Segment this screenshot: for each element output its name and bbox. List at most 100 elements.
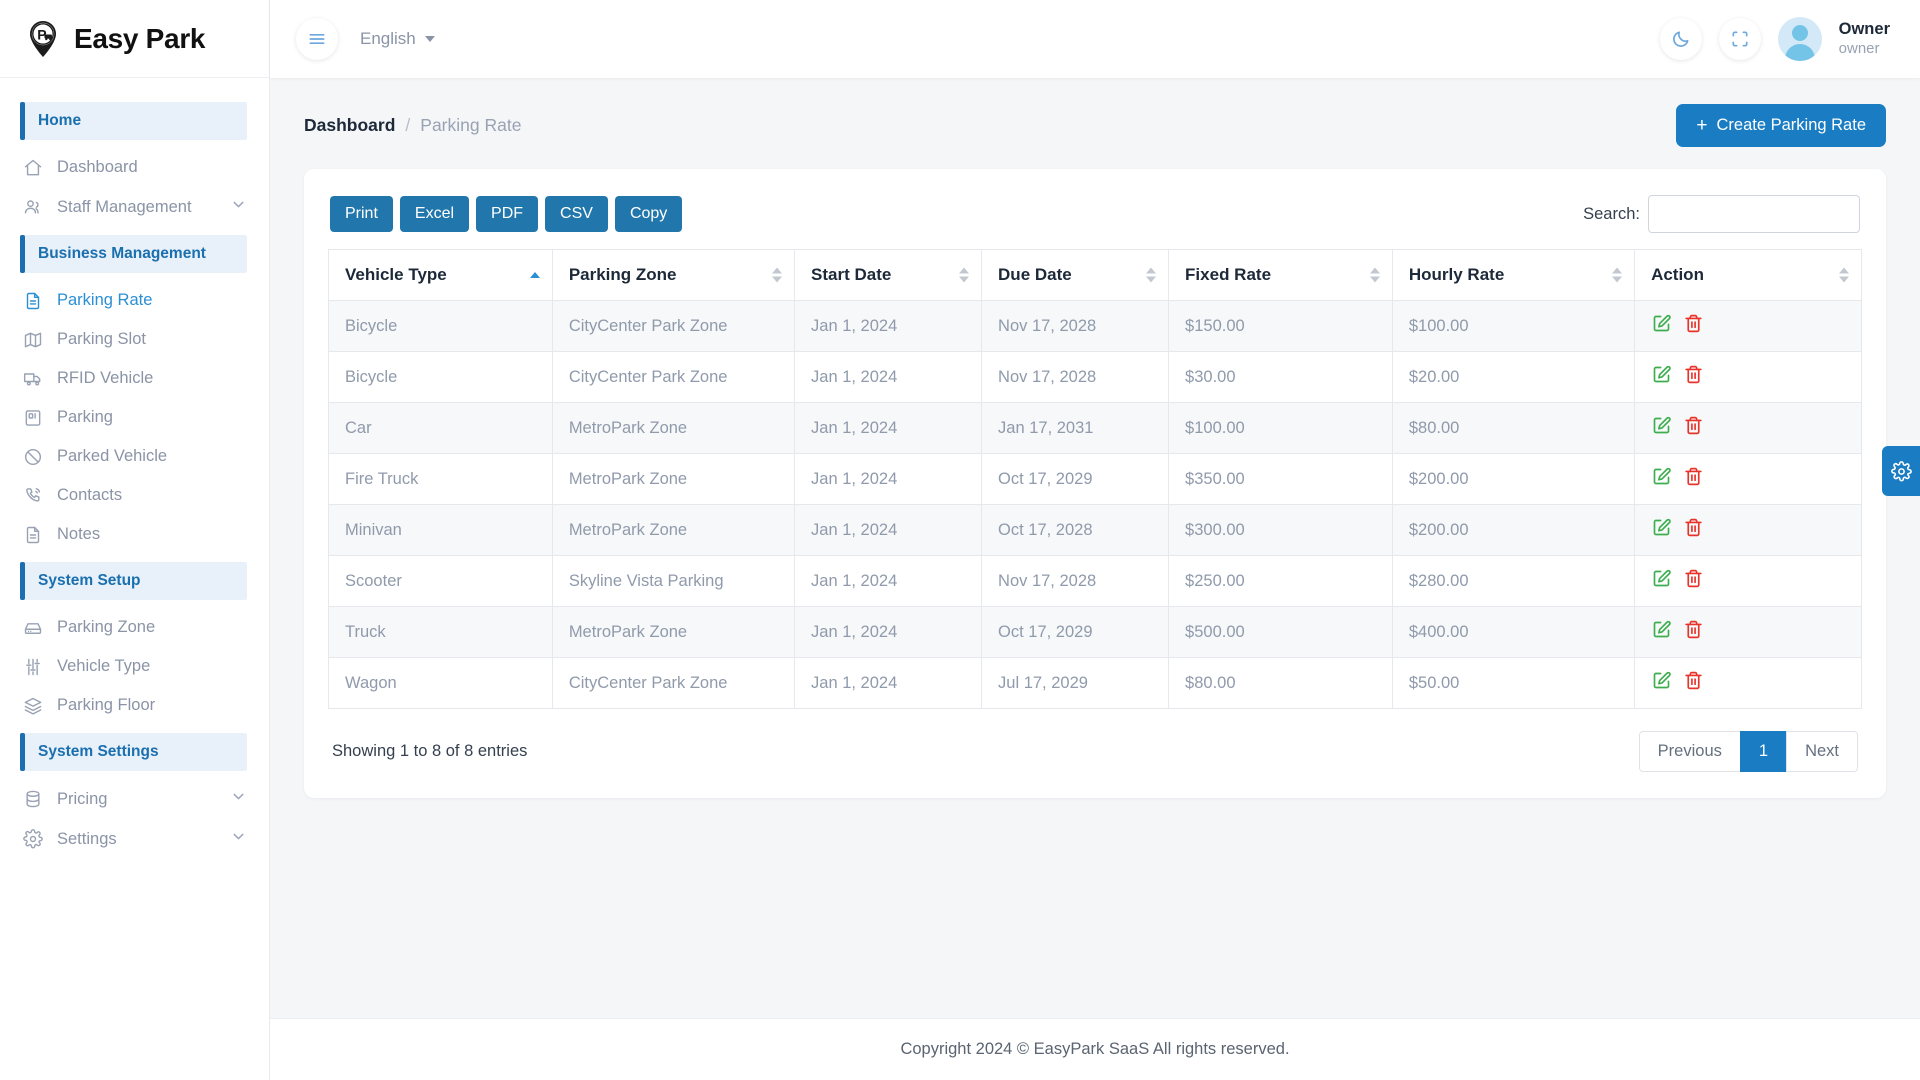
sidebar-item-parking-zone[interactable]: Parking Zone xyxy=(0,608,269,647)
edit-pencil-icon[interactable] xyxy=(1651,364,1672,390)
sidebar-item-staff-management[interactable]: Staff Management xyxy=(0,187,269,227)
sidebar-item-parking-floor[interactable]: Parking Floor xyxy=(0,686,269,725)
column-header-due-date[interactable]: Due Date xyxy=(981,249,1170,301)
edit-pencil-icon[interactable] xyxy=(1651,619,1672,645)
pagination-next[interactable]: Next xyxy=(1786,731,1858,772)
column-header-fixed-rate[interactable]: Fixed Rate xyxy=(1168,249,1393,301)
search-area: Search: xyxy=(1583,195,1860,233)
cell-start-date: Jan 1, 2024 xyxy=(794,555,983,607)
content: Print Excel PDF CSV Copy Search: Vehicle… xyxy=(270,169,1920,1018)
sidebar-item-settings[interactable]: Settings xyxy=(0,819,269,859)
sidebar-item-parked-vehicle[interactable]: Parked Vehicle xyxy=(0,437,269,476)
cell-hourly-rate: $200.00 xyxy=(1391,453,1636,505)
cell-hourly-rate: $280.00 xyxy=(1391,555,1636,607)
trash-icon[interactable] xyxy=(1683,517,1704,543)
sidebar-item-parking-rate[interactable]: Parking Rate xyxy=(0,281,269,320)
sort-indicator-icon xyxy=(1146,267,1157,283)
edit-pencil-icon[interactable] xyxy=(1651,466,1672,492)
cell-due-date: Oct 17, 2028 xyxy=(981,504,1170,556)
brand[interactable]: P Easy Park xyxy=(0,0,269,78)
edit-pencil-icon[interactable] xyxy=(1651,670,1672,696)
edit-pencil-icon[interactable] xyxy=(1651,313,1672,339)
cell-parking-zone: MetroPark Zone xyxy=(551,453,796,505)
table-body: Bicycle CityCenter Park Zone Jan 1, 2024 No… xyxy=(328,300,1862,709)
moon-icon[interactable] xyxy=(1659,18,1702,60)
entries-info: Showing 1 to 8 of 8 entries xyxy=(332,742,528,760)
user-info[interactable]: Owner owner xyxy=(1839,19,1890,58)
column-header-vehicle-type[interactable]: Vehicle Type xyxy=(328,249,553,301)
sort-indicator-icon xyxy=(772,267,783,283)
sidebar-item-parking[interactable]: Parking xyxy=(0,398,269,437)
cell-start-date: Jan 1, 2024 xyxy=(794,300,983,352)
edit-pencil-icon[interactable] xyxy=(1651,517,1672,543)
trash-icon[interactable] xyxy=(1683,415,1704,441)
database-icon xyxy=(22,789,43,810)
create-parking-rate-label: Create Parking Rate xyxy=(1716,116,1867,134)
breadcrumb-dashboard[interactable]: Dashboard xyxy=(304,115,395,136)
cell-fixed-rate: $150.00 xyxy=(1168,300,1393,352)
cell-due-date: Jul 17, 2029 xyxy=(981,657,1170,709)
sidebar-item-contacts[interactable]: Contacts xyxy=(0,476,269,515)
sidebar-item-pricing[interactable]: Pricing xyxy=(0,779,269,819)
pdf-button[interactable]: PDF xyxy=(476,196,539,232)
settings-panel-toggle[interactable] xyxy=(1882,446,1920,496)
sidebar-nav: Home Dashboard Staff Management Business… xyxy=(0,78,269,859)
copy-button[interactable]: Copy xyxy=(614,196,683,232)
table-row: Truck MetroPark Zone Jan 1, 2024 Oct 17, 20… xyxy=(328,606,1862,658)
table-row: Scooter Skyline Vista Parking Jan 1, 2024 N… xyxy=(328,555,1862,607)
sidebar-item-dashboard[interactable]: Dashboard xyxy=(0,148,269,187)
avatar[interactable] xyxy=(1777,17,1822,61)
cell-start-date: Jan 1, 2024 xyxy=(794,504,983,556)
edit-pencil-icon[interactable] xyxy=(1651,568,1672,594)
language-selector[interactable]: English xyxy=(360,29,435,49)
table-row: Wagon CityCenter Park Zone Jan 1, 2024 Jul … xyxy=(328,657,1862,709)
sidebar-item-notes[interactable]: Notes xyxy=(0,515,269,554)
file-text-icon xyxy=(22,524,43,545)
sidebar-item-vehicle-type[interactable]: Vehicle Type xyxy=(0,647,269,686)
sort-indicator-icon xyxy=(959,267,970,283)
sidebar-item-rfid-vehicle[interactable]: RFID Vehicle xyxy=(0,359,269,398)
user-role: owner xyxy=(1838,39,1880,57)
pagination-previous[interactable]: Previous xyxy=(1638,731,1741,772)
topbar-right: Owner owner xyxy=(1659,17,1890,61)
chevron-down-icon xyxy=(230,828,247,850)
cell-due-date: Nov 17, 2028 xyxy=(981,351,1170,403)
hamburger-menu-icon[interactable] xyxy=(296,18,338,60)
cell-parking-zone: CityCenter Park Zone xyxy=(551,300,796,352)
print-button[interactable]: Print xyxy=(330,196,393,232)
sidebar-item-parking-slot[interactable]: Parking Slot xyxy=(0,320,269,359)
file-text-icon xyxy=(22,290,43,311)
cell-start-date: Jan 1, 2024 xyxy=(794,657,983,709)
cell-action xyxy=(1634,555,1862,607)
sidebar-item-label: RFID Vehicle xyxy=(57,369,154,387)
cell-fixed-rate: $80.00 xyxy=(1168,657,1393,709)
edit-pencil-icon[interactable] xyxy=(1651,415,1672,441)
column-header-start-date[interactable]: Start Date xyxy=(794,249,983,301)
table-head: Vehicle Type Parking Zone Start Date Due… xyxy=(328,249,1862,301)
sort-indicator-icon xyxy=(1612,267,1623,283)
create-parking-rate-button[interactable]: + Create Parking Rate xyxy=(1676,104,1886,147)
layers-icon xyxy=(22,695,43,716)
column-header-hourly-rate[interactable]: Hourly Rate xyxy=(1391,249,1636,301)
trash-icon[interactable] xyxy=(1683,364,1704,390)
sidebar-item-label: Parking Slot xyxy=(57,330,146,348)
cell-fixed-rate: $250.00 xyxy=(1168,555,1393,607)
trash-icon[interactable] xyxy=(1683,619,1704,645)
trash-icon[interactable] xyxy=(1683,568,1704,594)
search-input[interactable] xyxy=(1648,195,1860,233)
table-toolbar: Print Excel PDF CSV Copy Search: xyxy=(328,195,1862,233)
excel-button[interactable]: Excel xyxy=(399,196,470,232)
sort-indicator-icon xyxy=(529,272,540,278)
cell-start-date: Jan 1, 2024 xyxy=(794,606,983,658)
cell-hourly-rate: $400.00 xyxy=(1391,606,1636,658)
sidebar-item-label: Staff Management xyxy=(57,197,192,216)
csv-button[interactable]: CSV xyxy=(545,196,608,232)
trash-icon[interactable] xyxy=(1683,466,1704,492)
trash-icon[interactable] xyxy=(1683,670,1704,696)
column-header-action[interactable]: Action xyxy=(1634,249,1862,301)
fullscreen-icon[interactable] xyxy=(1718,18,1761,60)
column-header-parking-zone[interactable]: Parking Zone xyxy=(551,249,796,301)
pagination-page-1[interactable]: 1 xyxy=(1739,731,1788,772)
trash-icon[interactable] xyxy=(1683,313,1704,339)
search-label: Search: xyxy=(1583,204,1640,223)
